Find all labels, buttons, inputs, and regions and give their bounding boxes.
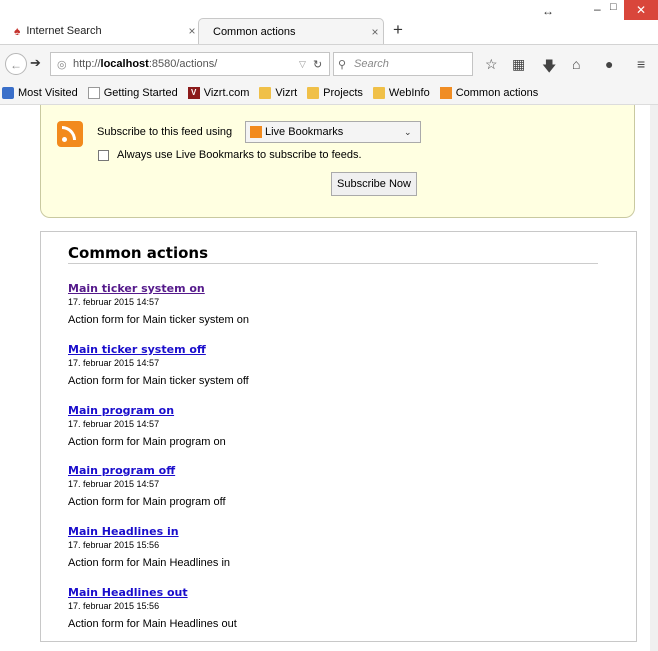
entry-date: 17. februar 2015 15:56 — [68, 601, 160, 611]
bookmark-vizrt-com[interactable]: V Vizrt.com — [187, 87, 249, 99]
tab-internet-search[interactable]: ♠ Internet Search × — [6, 18, 200, 44]
feed-subscribe-box: Subscribe to this feed using Live Bookma… — [40, 105, 635, 218]
entry-description: Action form for Main Headlines out — [68, 618, 237, 630]
divider — [68, 263, 598, 264]
feed-reader-value: Live Bookmarks — [265, 126, 344, 138]
folder-icon — [307, 87, 320, 99]
entry-date: 17. februar 2015 14:57 — [68, 358, 160, 368]
list-item: Main program off 17. februar 2015 14:57 … — [68, 464, 588, 508]
entry-title-link[interactable]: Main Headlines out — [68, 586, 588, 599]
scrollbar[interactable] — [650, 105, 658, 651]
tab-common-actions[interactable]: Common actions × — [198, 18, 384, 44]
bookmark-vizrt[interactable]: Vizrt — [259, 87, 297, 99]
entry-title-link[interactable]: Main ticker system off — [68, 343, 588, 356]
bookmark-star-icon[interactable]: ☆ — [485, 56, 498, 73]
download-icon[interactable]: 🡇 — [542, 56, 556, 80]
list-item: Main program on 17. februar 2015 14:57 A… — [68, 404, 588, 448]
bookmark-getting-started[interactable]: Getting Started — [87, 87, 178, 99]
home-icon[interactable]: ⌂ — [572, 56, 580, 72]
puzzle-icon: ♠ — [14, 24, 21, 38]
forward-button[interactable]: ➔ — [30, 55, 41, 71]
folder-icon — [259, 87, 272, 99]
entry-description: Action form for Main ticker system off — [68, 375, 249, 387]
entry-date: 17. februar 2015 14:57 — [68, 479, 160, 489]
rss-feed-icon — [57, 121, 83, 147]
always-use-label: Always use Live Bookmarks to subscribe t… — [117, 149, 362, 161]
entry-date: 17. februar 2015 14:57 — [68, 297, 160, 307]
url-text: http://localhost:8580/actions/ — [73, 58, 218, 70]
maximize-button[interactable]: □ — [610, 1, 617, 13]
bookmarks-toolbar: Most Visited Getting Started V Vizrt.com … — [0, 82, 658, 105]
window-close-button[interactable]: ✕ — [624, 0, 658, 20]
entry-date: 17. februar 2015 15:56 — [68, 540, 160, 550]
entry-date: 17. februar 2015 14:57 — [68, 419, 160, 429]
feed-reader-select[interactable]: Live Bookmarks ⌄ — [245, 121, 421, 143]
new-tab-button[interactable]: + — [393, 20, 403, 40]
tab-label: Internet Search — [26, 25, 102, 37]
entry-description: Action form for Main Headlines in — [68, 557, 231, 569]
subscribe-text: Subscribe to this feed using — [97, 126, 233, 138]
entry-description: Action form for Main program on — [68, 436, 226, 448]
entry-title-link[interactable]: Main Headlines in — [68, 525, 588, 538]
page-content: Subscribe to this feed using Live Bookma… — [0, 105, 650, 651]
bookmark-most-visited[interactable]: Most Visited — [2, 87, 78, 99]
search-placeholder: Search — [354, 58, 389, 70]
chat-icon[interactable]: ● — [605, 56, 613, 72]
globe-icon: ◎ — [57, 58, 67, 71]
list-item: Main ticker system off 17. februar 2015 … — [68, 343, 588, 387]
navigation-toolbar: ← ➔ ◎ http://localhost:8580/actions/ ▽ ↻… — [0, 44, 658, 83]
chevron-down-icon: ⌄ — [404, 126, 412, 137]
most-visited-icon — [2, 87, 14, 99]
bookmark-projects[interactable]: Projects — [307, 87, 363, 99]
folder-icon — [372, 87, 385, 99]
bookmark-webinfo[interactable]: WebInfo — [372, 87, 430, 99]
bookmark-common-actions[interactable]: Common actions — [439, 87, 538, 99]
address-bar[interactable]: ◎ http://localhost:8580/actions/ ▽ ↻ — [50, 52, 330, 76]
list-item: Main Headlines out 17. februar 2015 15:5… — [68, 586, 588, 630]
list-item: Main Headlines in 17. februar 2015 15:56… — [68, 525, 588, 569]
dropdown-icon[interactable]: ▽ — [299, 59, 313, 70]
reload-icon[interactable]: ↻ — [313, 58, 329, 71]
entry-description: Action form for Main program off — [68, 496, 226, 508]
tab-label: Common actions — [213, 25, 296, 38]
title-bar: ♠ Internet Search × Common actions × + ↔… — [0, 0, 658, 44]
subscribe-now-button[interactable]: Subscribe Now — [331, 172, 417, 196]
page-title: Common actions — [68, 244, 209, 262]
vizrt-icon: V — [187, 87, 200, 99]
back-button[interactable]: ← — [5, 53, 27, 75]
rss-icon — [250, 126, 262, 138]
reading-list-icon[interactable]: ▦ — [512, 56, 525, 73]
minimize-button[interactable]: – — [594, 2, 601, 16]
page-icon — [87, 87, 100, 99]
close-tab-icon[interactable]: × — [367, 25, 383, 39]
entry-title-link[interactable]: Main program off — [68, 464, 588, 477]
always-use-checkbox[interactable] — [98, 149, 109, 161]
feed-entries: Common actions Main ticker system on 17.… — [40, 231, 637, 642]
entry-title-link[interactable]: Main ticker system on — [68, 282, 588, 295]
list-item: Main ticker system on 17. februar 2015 1… — [68, 282, 588, 326]
entry-description: Action form for Main ticker system on — [68, 314, 249, 326]
search-icon: ⚲ — [338, 58, 347, 71]
restore-arrows-icon[interactable]: ↔ — [542, 4, 554, 18]
rss-icon — [439, 87, 452, 99]
search-input[interactable]: ⚲ Search — [333, 52, 473, 76]
always-use-row[interactable]: Always use Live Bookmarks to subscribe t… — [98, 149, 362, 161]
entry-title-link[interactable]: Main program on — [68, 404, 588, 417]
menu-icon[interactable]: ≡ — [637, 56, 645, 72]
